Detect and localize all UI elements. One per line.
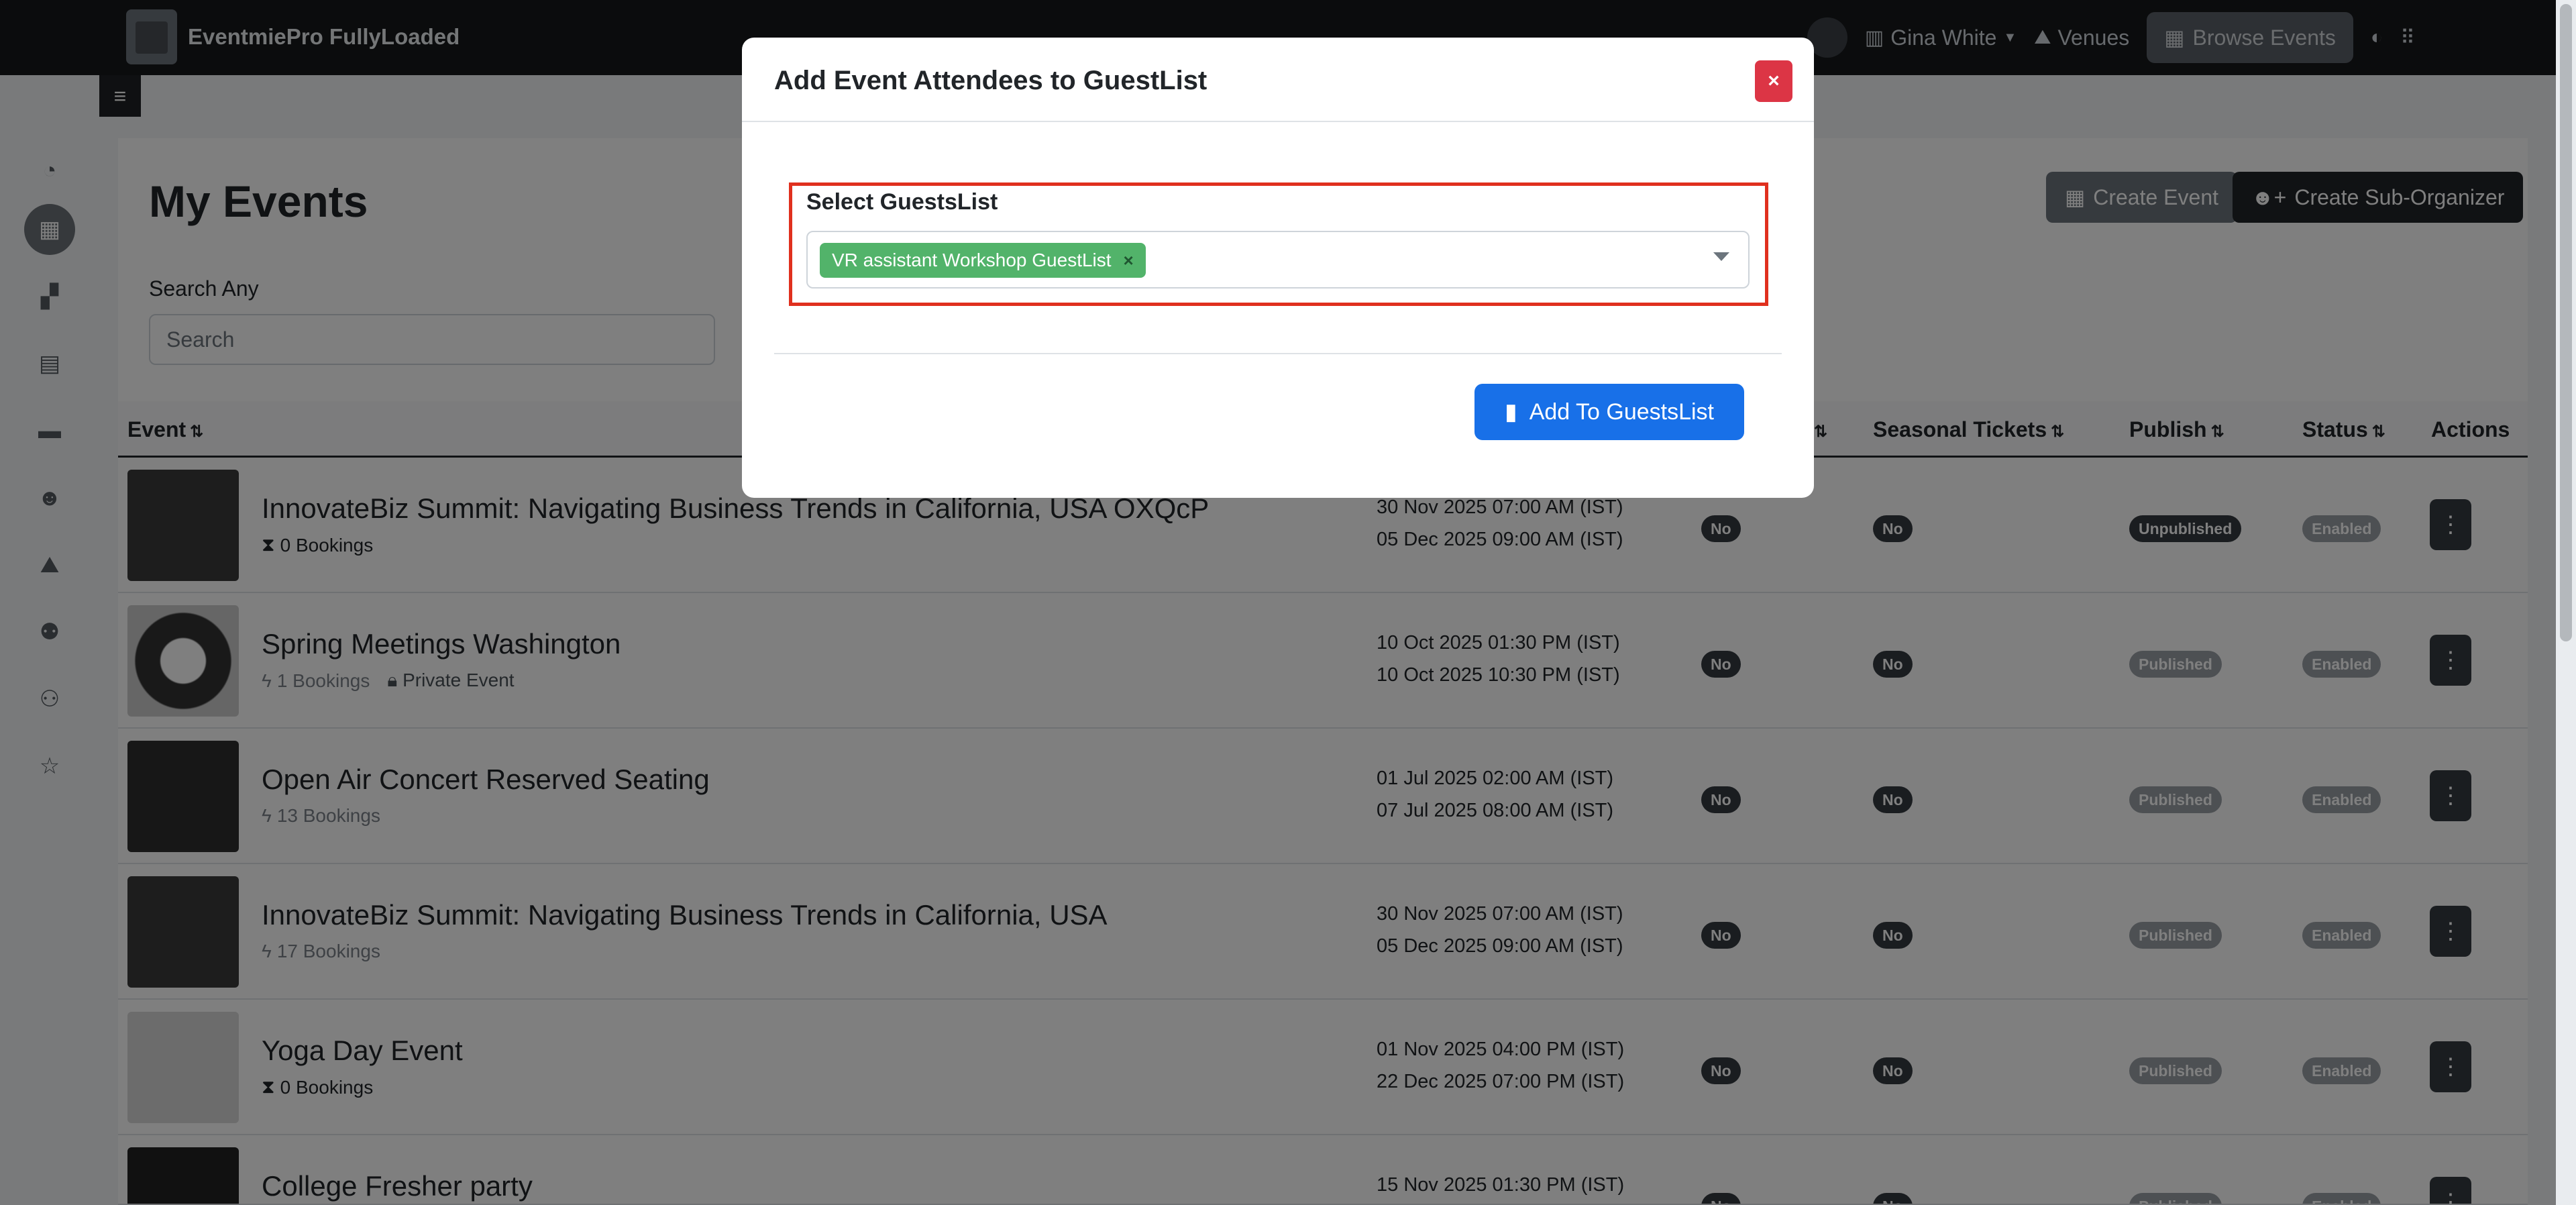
guestslist-select[interactable]: VR assistant Workshop GuestList ×	[806, 231, 1750, 289]
add-attendees-modal: Add Event Attendees to GuestList × Selec…	[742, 38, 1814, 498]
close-button[interactable]: ×	[1755, 60, 1792, 102]
chevron-down-icon[interactable]	[1713, 252, 1729, 261]
page-scrollbar[interactable]	[2556, 0, 2576, 1205]
modal-divider	[774, 353, 1782, 354]
tag-remove-icon[interactable]: ×	[1124, 250, 1134, 271]
clipboard-icon: ▮	[1504, 399, 1517, 425]
scrollbar-thumb[interactable]	[2560, 4, 2572, 641]
close-icon: ×	[1768, 70, 1780, 92]
modal-title: Add Event Attendees to GuestList	[774, 66, 1208, 95]
select-guestslist-label: Select GuestsList	[806, 189, 998, 215]
add-to-guestslist-button[interactable]: ▮ Add To GuestsList	[1474, 384, 1744, 440]
selected-guestlist-tag: VR assistant Workshop GuestList ×	[820, 243, 1146, 278]
modal-header: Add Event Attendees to GuestList ×	[742, 38, 1814, 122]
add-to-guestslist-label: Add To GuestsList	[1529, 399, 1715, 425]
tag-label: VR assistant Workshop GuestList	[832, 250, 1112, 270]
